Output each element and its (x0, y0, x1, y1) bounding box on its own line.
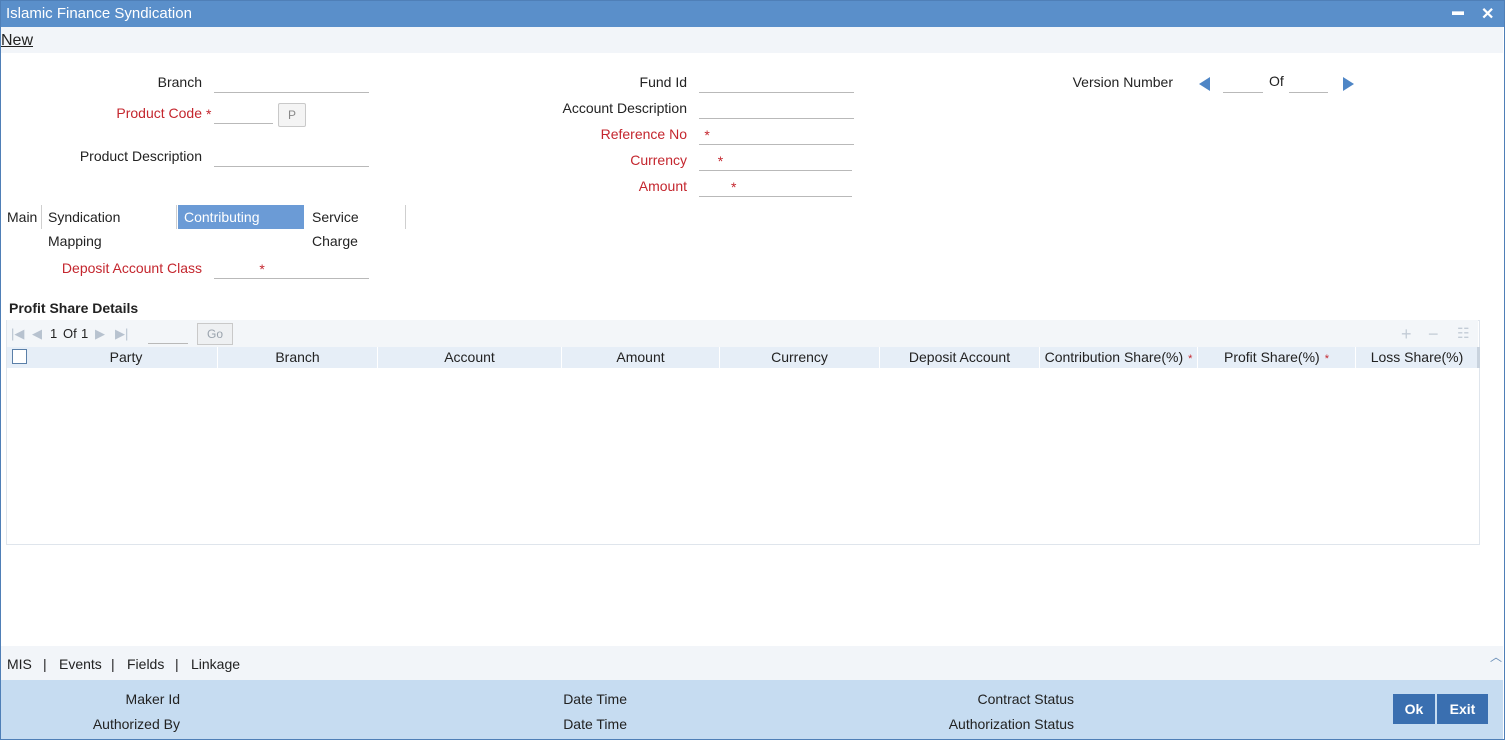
account-description-label: Account Description (562, 100, 687, 116)
current-page: 1 (50, 326, 58, 341)
deposit-account-class-field[interactable] (214, 258, 369, 279)
product-code-field[interactable] (214, 103, 273, 124)
tab-contributing-parties[interactable]: Contributing Parties (178, 205, 304, 249)
fund-id-field[interactable] (699, 72, 854, 93)
menu-bar: New (1, 27, 1503, 53)
currency-label: Currency (630, 152, 687, 168)
last-page-icon[interactable]: ▶| (115, 326, 128, 342)
exit-button[interactable]: Exit (1437, 694, 1488, 724)
single-view-icon[interactable]: ☷ (1457, 325, 1470, 342)
version-number-field[interactable] (1223, 72, 1263, 93)
reference-no-field[interactable] (699, 124, 854, 145)
column-header-party[interactable]: Party (35, 347, 218, 368)
column-header-profit-share[interactable]: Profit Share(%) * (1198, 347, 1356, 368)
required-marker: * (206, 106, 212, 122)
next-version-icon[interactable] (1343, 77, 1354, 91)
close-icon[interactable]: ✕ (1481, 4, 1494, 24)
previous-page-icon[interactable]: ◀ (32, 326, 42, 342)
authorization-status-label: Authorization Status (948, 716, 1074, 732)
amount-label: Amount (638, 178, 687, 194)
tab-syndication-mapping[interactable]: Syndication Mapping (42, 205, 177, 249)
contract-status-label: Contract Status (977, 691, 1075, 707)
branch-field[interactable] (214, 72, 369, 93)
go-button[interactable]: Go (197, 323, 233, 345)
product-lov-button[interactable]: P (278, 103, 306, 127)
delete-row-icon[interactable]: − (1428, 324, 1439, 345)
column-header-contribution-share[interactable]: Contribution Share(%) * (1040, 347, 1198, 368)
audit-footer: Maker Id Authorized By Date Time Date Ti… (1, 680, 1503, 739)
product-description-field[interactable] (214, 146, 369, 167)
separator: | (175, 656, 179, 672)
amount-field[interactable] (699, 176, 852, 197)
first-page-icon[interactable]: |◀ (11, 326, 24, 342)
ok-button[interactable]: Ok (1393, 694, 1435, 724)
tab-main[interactable]: Main (1, 205, 42, 229)
version-total-field[interactable] (1289, 72, 1328, 93)
page-of-label: Of (63, 326, 77, 341)
version-number-label: Version Number (1072, 74, 1173, 90)
branch-label: Branch (157, 74, 202, 90)
add-row-icon[interactable]: + (1401, 324, 1412, 345)
tab-service-charge[interactable]: Service Charge (306, 205, 406, 249)
collapse-icon[interactable]: ︿ (1490, 648, 1502, 665)
reference-no-label: Reference No (600, 126, 687, 142)
grid-toolbar: |◀ ◀ 1 Of 1 ▶ ▶| Go + − ☷ (7, 320, 1478, 347)
grid-scrollbar[interactable] (1477, 347, 1480, 368)
column-header-loss-share[interactable]: Loss Share(%) (1356, 347, 1478, 368)
product-code-label: Product Code (116, 105, 202, 121)
minimize-icon[interactable]: ▬ (1452, 4, 1464, 18)
window-title: Islamic Finance Syndication (6, 5, 192, 22)
maker-id-label: Maker Id (125, 691, 180, 707)
previous-version-icon[interactable] (1199, 77, 1210, 91)
fund-id-label: Fund Id (639, 74, 687, 90)
events-link[interactable]: Events (59, 656, 102, 672)
linkage-link[interactable]: Linkage (191, 656, 240, 672)
next-page-icon[interactable]: ▶ (95, 326, 105, 342)
total-pages: 1 (81, 326, 89, 341)
new-menu-item[interactable]: New (1, 32, 33, 50)
profit-share-details-title: Profit Share Details (9, 300, 139, 316)
separator: | (43, 656, 47, 672)
column-header-account[interactable]: Account (378, 347, 562, 368)
select-all-checkbox[interactable] (12, 349, 27, 364)
fields-link[interactable]: Fields (127, 656, 164, 672)
required-marker: * (1188, 353, 1193, 365)
column-header-currency[interactable]: Currency (720, 347, 880, 368)
product-description-label: Product Description (79, 148, 202, 164)
column-header-amount[interactable]: Amount (562, 347, 720, 368)
page-number-field[interactable] (148, 323, 188, 344)
bottom-links-bar: MIS | Events | Fields | Linkage ︿ (1, 646, 1503, 680)
column-header-branch[interactable]: Branch (218, 347, 378, 368)
separator: | (111, 656, 115, 672)
maker-date-time-label: Date Time (563, 691, 627, 707)
column-header-deposit-account[interactable]: Deposit Account (880, 347, 1040, 368)
account-description-field[interactable] (699, 98, 854, 119)
checker-date-time-label: Date Time (563, 716, 627, 732)
required-marker: * (1324, 353, 1329, 365)
deposit-account-class-label: Deposit Account Class (61, 260, 202, 276)
title-bar: Islamic Finance Syndication ▬ ✕ (0, 0, 1505, 27)
authorized-by-label: Authorized By (92, 716, 180, 732)
mis-link[interactable]: MIS (7, 656, 32, 672)
currency-field[interactable] (699, 150, 852, 171)
of-label: Of (1269, 73, 1284, 89)
